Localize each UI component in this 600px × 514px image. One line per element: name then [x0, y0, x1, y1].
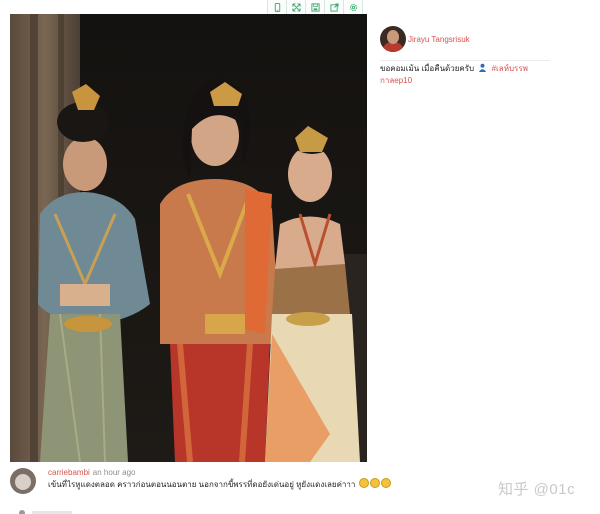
- comment-time: an hour ago: [92, 468, 136, 477]
- person-emoji-icon: [479, 63, 487, 72]
- commenter-avatar[interactable]: [10, 468, 36, 494]
- caption-text: ขอคอมเม้น เมื่อคืนด้วยครับ: [380, 64, 475, 73]
- rofl-emoji-icon: [358, 478, 369, 488]
- fullscreen-button[interactable]: [286, 0, 306, 15]
- post-author: Jirayu Tangsrisuk: [380, 24, 555, 54]
- hashtag-link-continued[interactable]: กาลep10: [380, 76, 412, 85]
- fullscreen-icon: [291, 2, 301, 12]
- save-icon: [310, 2, 320, 12]
- hashtag-link[interactable]: #เลห์บรรพ: [492, 64, 528, 73]
- mobile-view-button[interactable]: [267, 0, 287, 15]
- share-button[interactable]: [324, 0, 344, 15]
- settings-icon: [349, 3, 357, 11]
- share-icon: [329, 2, 339, 12]
- next-comment-partial: [19, 510, 72, 514]
- three-people-traditional-costume-image: [10, 14, 367, 462]
- rofl-emoji-icon: [369, 478, 380, 488]
- post-photo[interactable]: [10, 14, 367, 462]
- mobile-view-icon: [274, 2, 280, 12]
- commenter-username[interactable]: carriebambi: [48, 468, 90, 477]
- divider: [380, 60, 550, 61]
- image-toolbar: [267, 0, 363, 15]
- rofl-emoji-icon: [380, 478, 391, 488]
- zhihu-watermark: 知乎 @01c: [498, 481, 576, 498]
- post-caption: ขอคอมเม้น เมื่อคืนด้วยครับ #เลห์บรรพ กาล…: [380, 63, 555, 87]
- post-side-panel: Jirayu Tangsrisuk ขอคอมเม้น เมื่อคืนด้วย…: [380, 24, 555, 87]
- settings-button[interactable]: [343, 0, 363, 15]
- save-button[interactable]: [305, 0, 325, 15]
- comment-text: เข้นที่ไรหูแดงตลอด คราวก่อนตอนนอนตาย นอก…: [48, 478, 391, 492]
- author-avatar[interactable]: [380, 26, 406, 52]
- author-name[interactable]: Jirayu Tangsrisuk: [408, 35, 470, 44]
- comment-item: carriebambi an hour ago เข้นที่ไรหูแดงตลอ…: [10, 468, 430, 494]
- comment-body: เข้นที่ไรหูแดงตลอด คราวก่อนตอนนอนตาย นอก…: [48, 480, 356, 489]
